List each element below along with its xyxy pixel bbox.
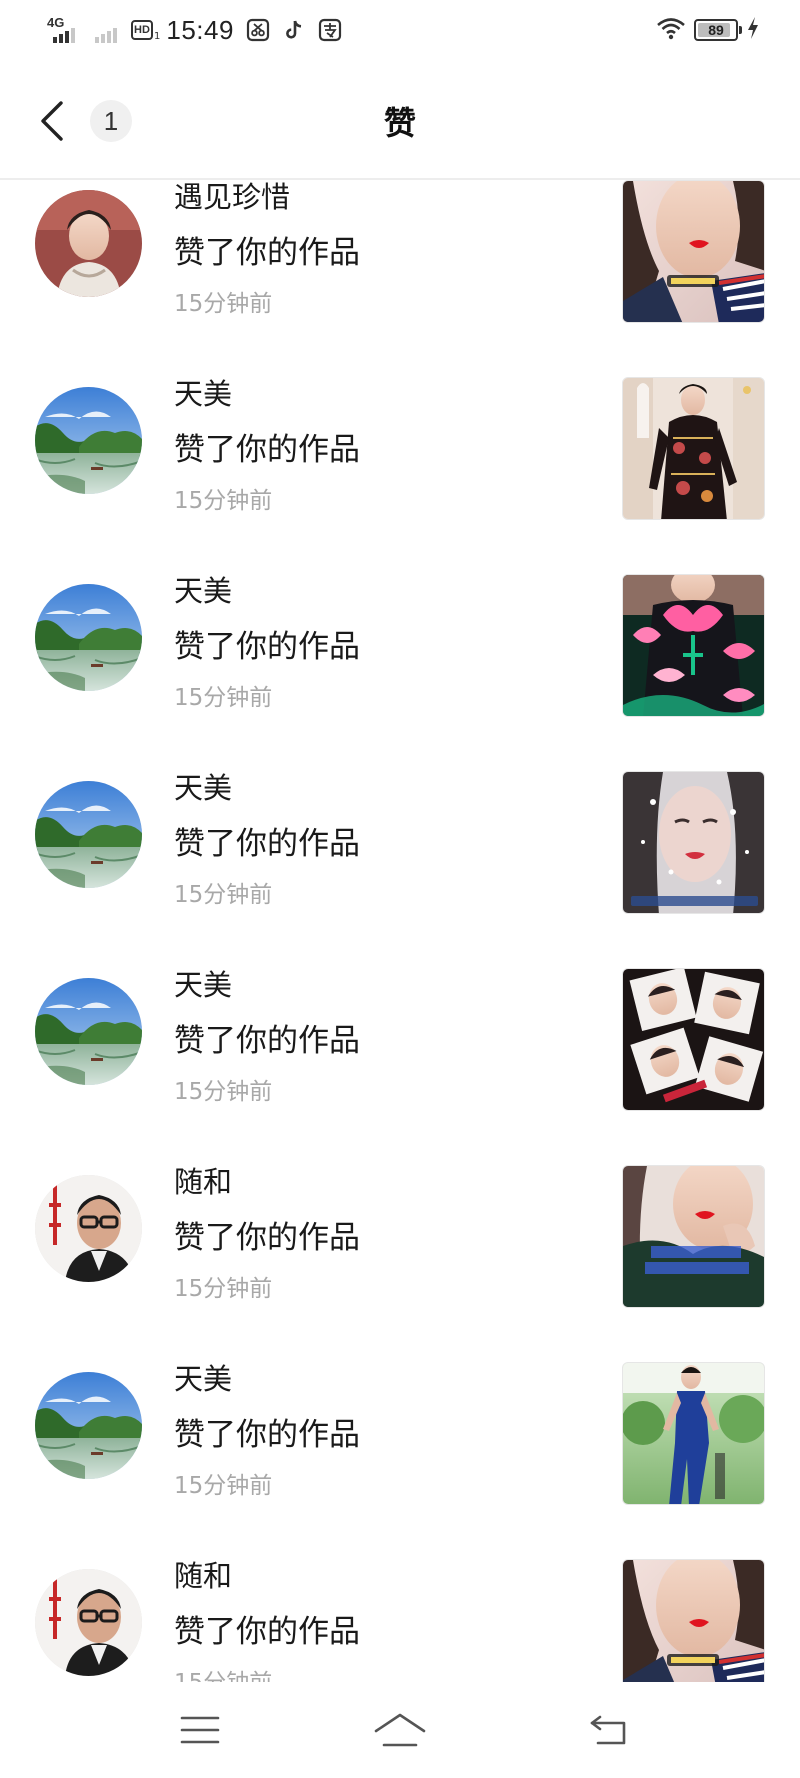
- list-item[interactable]: 天美 赞了你的作品 15分钟前: [0, 968, 800, 1165]
- list-item[interactable]: 天美 赞了你的作品 15分钟前: [0, 1362, 800, 1559]
- work-thumbnail[interactable]: [622, 377, 765, 520]
- list-item[interactable]: 随和 赞了你的作品 15分钟前: [0, 1165, 800, 1362]
- action-text: 赞了你的作品: [174, 235, 360, 271]
- top-nav-header: 1 赞: [0, 60, 800, 180]
- status-time: 15:49: [166, 14, 234, 45]
- scissors-app-icon: [246, 18, 270, 42]
- action-text: 赞了你的作品: [174, 1220, 360, 1256]
- page-title: 赞: [383, 104, 416, 142]
- work-thumbnail[interactable]: [622, 180, 765, 323]
- home-button[interactable]: [370, 1708, 430, 1752]
- avatar[interactable]: [35, 1175, 142, 1282]
- user-name[interactable]: 天美: [174, 765, 232, 807]
- user-name[interactable]: 随和: [174, 1159, 232, 1201]
- action-text: 赞了你的作品: [174, 629, 360, 665]
- back-icon: [590, 1715, 626, 1745]
- tiktok-icon: [282, 18, 306, 42]
- avatar[interactable]: [35, 1569, 142, 1676]
- action-text: 赞了你的作品: [174, 432, 360, 468]
- avatar[interactable]: [35, 190, 142, 297]
- user-name[interactable]: 天美: [174, 962, 232, 1004]
- timestamp: 15分钟前: [174, 882, 273, 908]
- work-thumbnail[interactable]: [622, 1559, 765, 1682]
- avatar[interactable]: [35, 387, 142, 494]
- timestamp: 15分钟前: [174, 488, 273, 514]
- timestamp: 15分钟前: [174, 1276, 273, 1302]
- timestamp: 15分钟前: [174, 685, 273, 711]
- status-bar: 4G HD 1 15:49 89: [0, 0, 800, 60]
- action-text: 赞了你的作品: [174, 1417, 360, 1453]
- list-item[interactable]: 天美 赞了你的作品 15分钟前: [0, 771, 800, 968]
- back-nav-button[interactable]: [580, 1708, 640, 1752]
- list-item[interactable]: 遇见珍惜 赞了你的作品 15分钟前: [0, 180, 800, 377]
- wifi-icon: [656, 16, 686, 44]
- work-thumbnail[interactable]: [622, 1362, 765, 1505]
- menu-button[interactable]: [170, 1708, 230, 1752]
- avatar[interactable]: [35, 781, 142, 888]
- action-text: 赞了你的作品: [174, 1023, 360, 1059]
- timestamp: 15分钟前: [174, 1663, 272, 1682]
- avatar[interactable]: [35, 584, 142, 691]
- hd-icon: HD: [131, 20, 153, 40]
- action-text: 赞了你的作品: [174, 826, 360, 862]
- work-thumbnail[interactable]: [622, 771, 765, 914]
- charging-icon: [746, 16, 760, 44]
- app-icon: [318, 18, 342, 42]
- likes-notification-list[interactable]: 遇见珍惜 赞了你的作品 15分钟前 天美 赞了你的作品 15分钟前 天美 赞了你…: [0, 180, 800, 1682]
- battery-level-text: 89: [708, 22, 724, 38]
- status-left: 4G HD 1 15:49: [45, 12, 342, 48]
- list-item[interactable]: 天美 赞了你的作品 15分钟前: [0, 377, 800, 574]
- signal-icon-2: [91, 13, 127, 47]
- user-name[interactable]: 天美: [174, 371, 232, 413]
- system-navigation-bar: [0, 1682, 800, 1778]
- timestamp: 15分钟前: [174, 1473, 273, 1499]
- home-icon: [374, 1713, 426, 1747]
- list-item[interactable]: 随和 赞了你的作品 15分钟前: [0, 1559, 800, 1682]
- signal-icon: 4G: [45, 13, 85, 47]
- user-name[interactable]: 天美: [174, 1356, 232, 1398]
- user-name[interactable]: 天美: [174, 568, 232, 610]
- action-text: 赞了你的作品: [174, 1614, 360, 1650]
- work-thumbnail[interactable]: [622, 574, 765, 717]
- work-thumbnail[interactable]: [622, 1165, 765, 1308]
- avatar[interactable]: [35, 1372, 142, 1479]
- status-right: 89: [656, 12, 760, 48]
- menu-icon: [180, 1716, 220, 1744]
- work-thumbnail[interactable]: [622, 968, 765, 1111]
- list-item[interactable]: 天美 赞了你的作品 15分钟前: [0, 574, 800, 771]
- user-name[interactable]: 随和: [174, 1553, 232, 1595]
- avatar[interactable]: [35, 978, 142, 1085]
- user-name[interactable]: 遇见珍惜: [174, 180, 290, 216]
- timestamp: 15分钟前: [174, 1079, 273, 1105]
- timestamp: 15分钟前: [174, 291, 273, 317]
- battery-icon: 89: [694, 19, 742, 41]
- hd-sub-label: 1: [154, 31, 161, 42]
